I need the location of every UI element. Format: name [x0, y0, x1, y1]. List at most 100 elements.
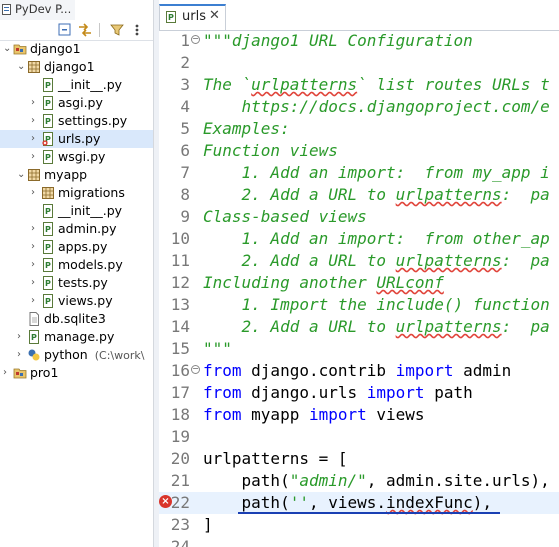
- package-explorer-tab[interactable]: PyDev P...: [0, 0, 76, 21]
- package-icon: [42, 187, 54, 199]
- code-line[interactable]: 20 urlpatterns = [: [159, 448, 559, 470]
- tree-item[interactable]: › Ptests.py: [0, 274, 153, 292]
- code-line[interactable]: 16− from django.contrib import admin: [159, 360, 559, 382]
- tree-item[interactable]: ⌄ django1: [0, 58, 153, 76]
- code-line[interactable]: 3 The `urlpatterns` list routes URLs t: [159, 74, 559, 96]
- line-number: 24: [170, 537, 190, 547]
- code-line[interactable]: 19: [159, 426, 559, 448]
- tree-item[interactable]: db.sqlite3: [0, 310, 153, 328]
- tree-item-label: wsgi.py: [58, 149, 106, 164]
- python-file-icon: P: [43, 204, 53, 218]
- tree-item[interactable]: P __init__.py: [0, 76, 153, 94]
- fold-toggle-icon[interactable]: −: [191, 365, 200, 374]
- editor-tab-urls[interactable]: P urls ✕: [159, 4, 226, 30]
- chevron-right-icon[interactable]: ›: [31, 295, 41, 307]
- collapse-all-icon[interactable]: [57, 22, 73, 38]
- line-number: 6: [180, 141, 190, 160]
- tree-item[interactable]: › Pmodels.py: [0, 256, 153, 274]
- code-line[interactable]: 13 1. Import the include() function: [159, 294, 559, 316]
- close-icon[interactable]: ✕: [209, 8, 220, 23]
- line-number: 21: [170, 471, 190, 490]
- tree-item-label: admin.py: [58, 221, 117, 236]
- link-with-editor-icon[interactable]: [77, 22, 93, 38]
- python-file-icon: P: [29, 330, 39, 344]
- tree-item-label: manage.py: [44, 329, 115, 344]
- python-file-icon: P: [43, 276, 53, 290]
- interpreter-icon: [28, 349, 40, 361]
- code-editor[interactable]: 1− """django1 URL Configuration 2 3 The `url…: [159, 30, 559, 547]
- tree-item[interactable]: ⌄ django1: [0, 40, 153, 58]
- code-line[interactable]: 10 1. Add an import: from other_ap: [159, 228, 559, 250]
- package-icon: [28, 169, 40, 181]
- python-file-icon: P: [43, 258, 53, 272]
- code-token: """django1 URL Configuration: [203, 31, 473, 50]
- code-text: Class-based views: [203, 207, 367, 226]
- tree-item[interactable]: › Pmanage.py: [0, 328, 153, 346]
- code-line[interactable]: 21 path("admin/", admin.site.urls),: [159, 470, 559, 492]
- code-line[interactable]: 6 Function views: [159, 140, 559, 162]
- chevron-down-icon[interactable]: ⌄: [17, 169, 27, 181]
- tree-item-label: asgi.py: [58, 95, 103, 110]
- tree-item[interactable]: › python (C:\work\: [0, 346, 153, 364]
- fold-toggle-icon[interactable]: −: [191, 35, 200, 44]
- code-token: from: [203, 405, 242, 424]
- chevron-right-icon[interactable]: ›: [31, 259, 41, 271]
- code-token: path(: [203, 493, 290, 512]
- code-line[interactable]: 24: [159, 536, 559, 547]
- tree-item[interactable]: › Papps.py: [0, 238, 153, 256]
- tree-item[interactable]: ⌄ myapp: [0, 166, 153, 184]
- code-line[interactable]: × 22 path('', views.indexFunc),: [159, 492, 559, 514]
- tree-item[interactable]: › Padmin.py: [0, 220, 153, 238]
- code-line[interactable]: 12 Including another URLconf: [159, 272, 559, 294]
- tab-strip: [75, 0, 153, 21]
- line-number: 17: [170, 383, 190, 402]
- chevron-down-icon[interactable]: ⌄: [17, 61, 27, 73]
- code-line[interactable]: 5 Examples:: [159, 118, 559, 140]
- code-line[interactable]: 15 """: [159, 338, 559, 360]
- code-line[interactable]: 23]: [159, 514, 559, 536]
- chevron-right-icon[interactable]: ›: [31, 241, 41, 253]
- chevron-right-icon[interactable]: ›: [31, 115, 41, 127]
- code-line[interactable]: 17 from django.urls import path: [159, 382, 559, 404]
- tree-item-label: django1: [44, 59, 95, 74]
- tree-item[interactable]: › Pasgi.py: [0, 94, 153, 112]
- chevron-right-icon[interactable]: ›: [31, 277, 41, 289]
- tree-item-detail: (C:\work\: [94, 349, 145, 362]
- code-line[interactable]: 18 from myapp import views: [159, 404, 559, 426]
- code-token: import: [308, 405, 367, 424]
- code-line[interactable]: 14 2. Add a URL to urlpatterns: pa: [159, 316, 559, 338]
- chevron-right-icon[interactable]: ›: [31, 151, 41, 163]
- code-token: path(: [203, 471, 290, 490]
- tree-item[interactable]: › Purls.py: [0, 130, 153, 148]
- code-line[interactable]: 2: [159, 52, 559, 74]
- code-text: from django.contrib import admin: [203, 361, 511, 380]
- code-line[interactable]: 7 1. Add an import: from my_app i: [159, 162, 559, 184]
- code-text: """: [203, 339, 232, 358]
- code-token: 1. Import the include() function: [203, 295, 550, 314]
- code-line[interactable]: 4 https://docs.djangoproject.com/e: [159, 96, 559, 118]
- tree-item[interactable]: › Pviews.py: [0, 292, 153, 310]
- tree-item[interactable]: › Pwsgi.py: [0, 148, 153, 166]
- view-menu-icon[interactable]: [129, 22, 145, 38]
- code-line[interactable]: 11 2. Add a URL to urlpatterns: pa: [159, 250, 559, 272]
- chevron-down-icon[interactable]: ⌄: [3, 43, 13, 55]
- tree-item[interactable]: › Psettings.py: [0, 112, 153, 130]
- tree-item[interactable]: › migrations: [0, 184, 153, 202]
- chevron-right-icon[interactable]: ›: [31, 133, 41, 145]
- code-line[interactable]: 8 2. Add a URL to urlpatterns: pa: [159, 184, 559, 206]
- tree-item[interactable]: P __init__.py: [0, 202, 153, 220]
- filter-icon[interactable]: [109, 22, 125, 38]
- chevron-right-icon[interactable]: ›: [3, 367, 13, 379]
- code-line[interactable]: 1− """django1 URL Configuration: [159, 30, 559, 52]
- chevron-right-icon[interactable]: ›: [31, 223, 41, 235]
- pydev-view-icon: [2, 4, 11, 15]
- chevron-right-icon[interactable]: ›: [17, 331, 27, 343]
- chevron-right-icon[interactable]: ›: [31, 187, 41, 199]
- chevron-right-icon[interactable]: ›: [17, 349, 27, 361]
- tree-item[interactable]: › pro1: [0, 364, 153, 382]
- code-token: 2. Add a URL to: [203, 251, 396, 270]
- code-text: path('', views.indexFunc),: [203, 493, 492, 512]
- code-line[interactable]: 9 Class-based views: [159, 206, 559, 228]
- python-file-icon: P: [43, 96, 53, 110]
- chevron-right-icon[interactable]: ›: [31, 97, 41, 109]
